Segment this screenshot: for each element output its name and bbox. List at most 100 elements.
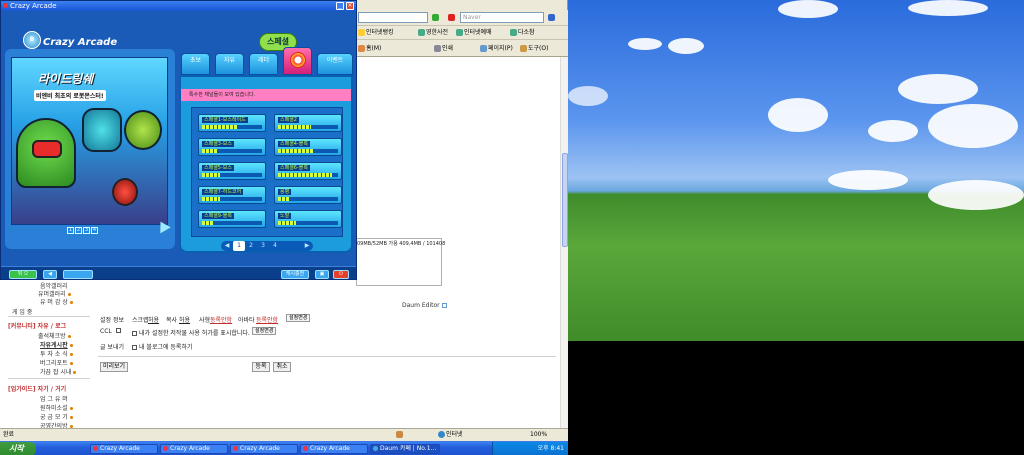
pager-next-icon[interactable]: ▶ (303, 241, 311, 251)
ccl-option[interactable]: 내가 설정한 저작물 사용 허가를 표시합니다. (132, 328, 250, 337)
channel-item[interactable]: 스페셜5-보스 (198, 162, 266, 180)
bnb-logo-icon: B (23, 31, 41, 49)
menu-button[interactable] (63, 270, 93, 279)
tab-special[interactable] (283, 47, 312, 75)
channel-item[interactable]: 스페셜9-블록 (198, 210, 266, 228)
help-icon[interactable] (441, 303, 447, 308)
link-dictionary[interactable]: 영한사전 (418, 28, 448, 38)
banner-page[interactable]: 2 (75, 227, 82, 234)
banner-page[interactable]: 1 (67, 227, 74, 234)
preview-button[interactable]: 미리보기 (100, 362, 128, 372)
scrap-label: 스크랩 (132, 317, 149, 324)
task-crazy-arcade[interactable]: Crazy Arcade (160, 444, 228, 454)
sidebar-item[interactable]: 유 머 감 상 (40, 297, 73, 306)
submit-button[interactable]: 등록 (252, 362, 270, 372)
page-icon (418, 29, 425, 36)
pager-page[interactable]: 4 (269, 241, 281, 251)
channel-notice: 특수한 채널들이 모여 있습니다. (181, 89, 351, 101)
sidebar-item[interactable]: 출석체크방 (38, 331, 71, 340)
link-extra[interactable]: 다소참 (510, 28, 535, 38)
start-button[interactable]: 시작 (0, 442, 36, 455)
pager-page[interactable]: 1 (233, 241, 245, 251)
sidebar-item[interactable]: 원하미소설 (40, 403, 73, 412)
go-icon[interactable] (432, 13, 440, 23)
task-crazy-arcade[interactable]: Crazy Arcade (300, 444, 368, 454)
copy-value[interactable]: 허용 (179, 315, 190, 324)
banner-page[interactable]: 4 (91, 227, 98, 234)
robot-illustration (16, 118, 76, 188)
channel-population-fill (202, 149, 217, 153)
sidebar-item[interactable]: 게 임 중 (12, 307, 32, 316)
tools-button[interactable]: 도구(O) (520, 44, 548, 54)
page-button[interactable]: 페이지(P) (480, 44, 513, 54)
cancel-button[interactable]: 취소 (273, 362, 291, 372)
cash-button[interactable]: 캐시충전 (281, 270, 309, 279)
channel-item[interactable]: 스페셜3-보스 (198, 138, 266, 156)
sidebar-item[interactable]: 업 그 유 머 (40, 394, 68, 403)
ccl-change-button[interactable]: 설정변경 (252, 327, 277, 335)
desktop-wallpaper (568, 0, 1024, 341)
channel-name: 노말 (278, 213, 292, 219)
channel-item[interactable]: 스페셜2 (274, 114, 342, 132)
links-bar: 인터넷뱅킹 영한사전 인터넷예매 다소참 (356, 26, 568, 40)
page-icon (456, 29, 463, 36)
search-input[interactable]: Naver (460, 12, 544, 23)
channel-item[interactable]: 스페셜6-블록 (274, 162, 342, 180)
link-banking[interactable]: 인터넷뱅킹 (358, 28, 394, 38)
arrow-left-icon[interactable]: ◀ (43, 270, 57, 279)
search-icon[interactable] (548, 13, 556, 23)
avatar-label: 아바타 (238, 317, 255, 324)
channel-item[interactable]: 스페셜4-블록 (274, 138, 342, 156)
sidebar-item[interactable]: 궁 금 모 기 (40, 412, 73, 421)
pager-page[interactable]: 2 (245, 241, 257, 251)
address-input[interactable] (358, 12, 428, 23)
channel-population-bar (278, 125, 338, 129)
exit-icon[interactable]: ⏻ (333, 270, 349, 279)
blog-checkbox[interactable] (132, 345, 137, 350)
quicklaunch-ie-icon[interactable] (38, 444, 48, 454)
task-crazy-arcade[interactable]: Crazy Arcade (90, 444, 158, 454)
scrap-value[interactable]: 허용 (148, 315, 159, 324)
tag-link[interactable]: 동록안함 (210, 315, 232, 324)
avatar-link[interactable]: 등록안함 (256, 315, 278, 324)
channel-population-fill (278, 197, 290, 201)
close-button[interactable]: × (346, 2, 354, 10)
stop-icon[interactable] (448, 13, 456, 23)
copy-label: 복사 (166, 317, 178, 324)
sidebar-item[interactable]: 버그리포트 (40, 358, 73, 367)
pager-prev-icon[interactable]: ◀ (223, 241, 231, 251)
channel-item[interactable]: 노말 (274, 210, 342, 228)
tab-ladder[interactable]: 레더 (249, 53, 278, 75)
ccl-checkbox[interactable] (132, 331, 137, 336)
minimize-button[interactable]: _ (336, 2, 344, 10)
system-tray: 오후 8:41 (492, 442, 568, 455)
channel-population-fill (278, 221, 296, 225)
command-bar: 홈(M) 인쇄 페이지(P) 도구(O) (356, 40, 568, 57)
home-button[interactable]: 홈(M) (358, 44, 381, 54)
pager-page[interactable]: 3 (257, 241, 269, 251)
sidebar-item-active[interactable]: 자유게시판 (40, 340, 73, 349)
tab-event[interactable]: 이벤트 (317, 53, 353, 75)
print-button[interactable]: 인쇄 (434, 44, 453, 54)
event-banner[interactable]: 라이드링쉐 비엔비 최초의 로봇몬스터! (11, 57, 168, 225)
clock[interactable]: 오후 8:41 (538, 445, 564, 452)
vertical-scrollbar[interactable] (560, 57, 568, 428)
channel-item[interactable]: 용병 (274, 186, 342, 204)
zoom-level[interactable]: 100% (530, 429, 547, 441)
tab-beginner[interactable]: 초보 (181, 53, 210, 75)
save-icon[interactable]: ▣ (315, 270, 329, 279)
sidebar-item[interactable]: 투 자 소 식 (40, 349, 73, 358)
banner-page[interactable]: 3 (83, 227, 90, 234)
task-crazy-arcade[interactable]: Crazy Arcade (230, 444, 298, 454)
back-button[interactable]: 뒤 으 (9, 270, 37, 279)
link-booking[interactable]: 인터넷예매 (456, 28, 492, 38)
blog-option[interactable]: 내 블로그에 등록하기 (132, 342, 193, 351)
sidebar-item[interactable]: 가끔 잡 시내 (40, 367, 77, 376)
task-daum-cafe[interactable]: Daum 카페 | No.1... (370, 444, 440, 454)
channel-name: 스페셜6-블록 (278, 165, 310, 171)
scroll-thumb[interactable] (562, 153, 568, 247)
channel-item[interactable]: 스페셜1-보스레이드 (198, 114, 266, 132)
setting-change-button[interactable]: 설정변경 (286, 314, 311, 322)
channel-item[interactable]: 스페셜7-하드코어 (198, 186, 266, 204)
tab-free[interactable]: 자유 (215, 53, 244, 75)
